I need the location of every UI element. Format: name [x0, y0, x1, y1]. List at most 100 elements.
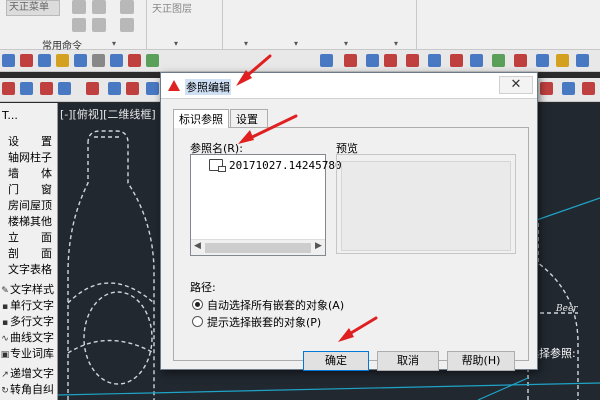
side-menu-item[interactable]: 墙 体: [8, 165, 56, 181]
reference-list-item[interactable]: 20171027.14245780: [229, 159, 342, 172]
tool-icon[interactable]: [92, 54, 105, 67]
autocad-logo-icon: [168, 80, 180, 91]
tool-icon[interactable]: [126, 82, 139, 95]
side-menu-item[interactable]: 轴网柱子: [8, 149, 56, 165]
side-submenu-item[interactable]: ∿曲线文字: [0, 329, 58, 345]
tool-icon[interactable]: [536, 54, 549, 67]
expand-arrow-icon[interactable]: ▾: [294, 39, 298, 48]
tool-icon[interactable]: [384, 54, 397, 67]
viewport-label[interactable]: [-][俯视][二维线框]: [60, 106, 156, 122]
ok-button[interactable]: 确定: [303, 351, 369, 371]
radio-selected-icon[interactable]: [192, 299, 203, 310]
toolbar-row-1: [0, 50, 600, 72]
text-icon: ▪: [1, 302, 9, 312]
tool-icon[interactable]: [582, 82, 595, 95]
tool-icon[interactable]: [576, 54, 589, 67]
expand-arrow-icon[interactable]: ▾: [244, 39, 248, 48]
text-style-icon: ✎: [1, 286, 9, 296]
tool-icon[interactable]: [366, 54, 379, 67]
tool-icon[interactable]: [540, 82, 553, 95]
expand-arrow-icon[interactable]: ▾: [112, 39, 116, 48]
help-button[interactable]: 帮助(H): [447, 351, 515, 371]
tool-icon[interactable]: [146, 82, 159, 95]
expand-arrow-icon[interactable]: ▾: [394, 39, 398, 48]
command-icon[interactable]: [92, 0, 106, 14]
command-icon[interactable]: [72, 18, 86, 32]
side-submenu-item[interactable]: ↗递增文字: [0, 365, 58, 381]
scroll-right-icon[interactable]: ▶: [315, 241, 322, 251]
side-menu-item[interactable]: 楼梯其他: [8, 213, 56, 229]
side-submenu-item[interactable]: ▪ 单行文字: [0, 297, 58, 313]
tool-icon[interactable]: [320, 54, 333, 67]
command-icon[interactable]: [120, 18, 134, 32]
tool-icon[interactable]: [74, 54, 87, 67]
cancel-button[interactable]: 取消: [377, 351, 439, 371]
tool-icon[interactable]: [108, 82, 121, 95]
radio-unselected-icon[interactable]: [192, 316, 203, 327]
radio-auto-select-nested[interactable]: 自动选择所有嵌套的对象(A): [192, 297, 344, 313]
tab-identify-reference[interactable]: 标识参照: [173, 109, 229, 128]
command-icon[interactable]: [72, 0, 86, 14]
tool-icon[interactable]: [406, 54, 419, 67]
tool-icon[interactable]: [428, 54, 441, 67]
tool-icon[interactable]: [450, 54, 463, 67]
tool-icon[interactable]: [20, 82, 33, 95]
tab-settings[interactable]: 设置: [230, 109, 268, 127]
tool-icon[interactable]: [556, 54, 569, 67]
close-button[interactable]: ✕: [499, 76, 533, 94]
tool-icon[interactable]: [56, 54, 69, 67]
path-label: 路径:: [190, 281, 216, 294]
horizontal-scrollbar[interactable]: ◀ ▶: [191, 239, 325, 255]
xref-edit-dialog: 参照编辑 ✕ 标识参照 设置 参照名(R): 20171027.14245780…: [160, 72, 538, 371]
tool-icon[interactable]: [562, 82, 575, 95]
dialog-title: 参照编辑: [185, 79, 231, 95]
tool-icon[interactable]: [2, 54, 15, 67]
side-submenu-label: 曲线文字: [10, 331, 54, 344]
scrollbar-thumb[interactable]: [205, 243, 311, 253]
tool-icon[interactable]: [492, 54, 505, 67]
tool-icon[interactable]: [38, 54, 51, 67]
expand-arrow-icon[interactable]: ▾: [174, 39, 178, 48]
side-menu-item[interactable]: 立 面: [8, 229, 56, 245]
tool-icon[interactable]: [128, 54, 141, 67]
tool-icon[interactable]: [2, 82, 15, 95]
tianzheng-menu-button[interactable]: 天正菜单: [6, 0, 60, 16]
command-icon[interactable]: [120, 0, 134, 14]
side-submenu-item[interactable]: ↻转角自纠: [0, 381, 58, 397]
scroll-left-icon[interactable]: ◀: [194, 241, 201, 251]
tool-icon[interactable]: [110, 54, 123, 67]
preview-area: [341, 161, 511, 251]
side-submenu-label: 单行文字: [10, 299, 54, 312]
side-menu-item[interactable]: 门 窗: [8, 181, 56, 197]
bottle-label-text: Beer: [555, 304, 578, 314]
dialog-titlebar[interactable]: 参照编辑 ✕: [161, 73, 537, 99]
hand-icon[interactable]: [92, 18, 106, 32]
side-submenu-item[interactable]: ▣专业词库: [0, 345, 58, 361]
side-menu-item[interactable]: 设 置: [8, 133, 56, 149]
tool-icon[interactable]: [86, 82, 99, 95]
side-menu-item[interactable]: 剖 面: [8, 245, 56, 261]
rotate-icon: ↻: [1, 386, 9, 396]
tool-icon[interactable]: [146, 54, 159, 67]
xref-icon: [209, 159, 226, 172]
tool-icon[interactable]: [344, 54, 357, 67]
side-menu-item[interactable]: 文字表格: [8, 261, 56, 277]
tianzheng-layer-button[interactable]: 天正图层: [152, 0, 192, 15]
side-submenu-item[interactable]: ▪ 多行文字: [0, 313, 58, 329]
side-menu-item[interactable]: 房间屋顶: [8, 197, 56, 213]
tool-icon[interactable]: [40, 82, 53, 95]
radio-label: 自动选择所有嵌套的对象(A): [207, 299, 345, 312]
expand-arrow-icon[interactable]: ▾: [344, 39, 348, 48]
side-submenu-label: 转角自纠: [10, 383, 54, 396]
reference-name-list[interactable]: 20171027.14245780 ◀ ▶: [190, 154, 342, 256]
tool-icon[interactable]: [58, 82, 71, 95]
radio-prompt-select-nested[interactable]: 提示选择嵌套的对象(P): [192, 314, 321, 330]
tool-icon[interactable]: [470, 54, 483, 67]
text-icon: ▪: [1, 318, 9, 328]
library-icon: ▣: [0, 350, 10, 360]
tool-icon[interactable]: [514, 54, 527, 67]
side-submenu-item[interactable]: ✎文字样式: [0, 281, 58, 297]
increment-icon: ↗: [1, 370, 9, 380]
tool-icon[interactable]: [20, 54, 33, 67]
radio-label: 提示选择嵌套的对象(P): [207, 316, 322, 329]
